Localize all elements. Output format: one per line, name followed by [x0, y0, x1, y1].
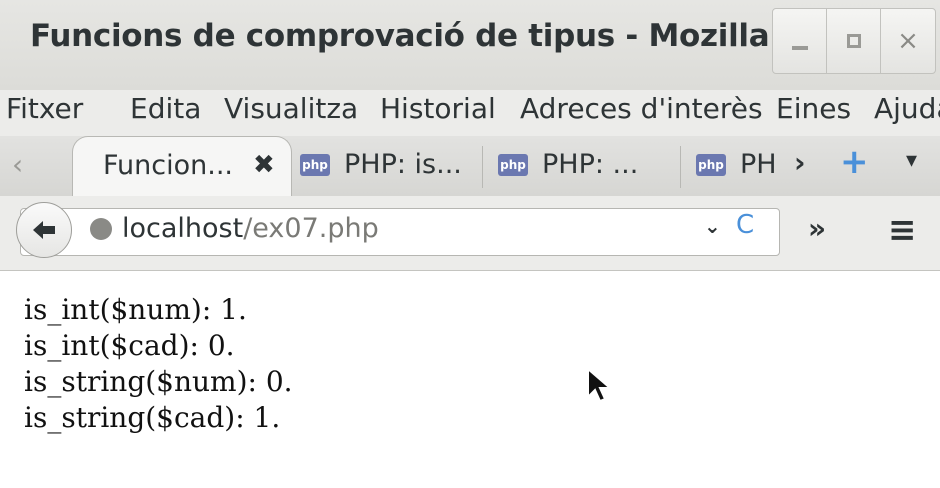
output-line: is_int($num): 1. [24, 293, 247, 326]
overflow-icon[interactable]: » [808, 212, 826, 245]
hamburger-menu-icon[interactable]: ≡ [888, 210, 917, 250]
tab-php-3[interactable]: php PH [696, 142, 786, 190]
tab-close-icon[interactable]: ✖ [253, 150, 275, 180]
menu-visualitza[interactable]: Visualitza [224, 92, 358, 125]
tab-scroll-right-icon[interactable]: › [794, 146, 806, 179]
tab-strip: ‹ Funcion... ✖ php PHP: is... php PHP: .… [0, 136, 940, 197]
maximize-icon [847, 34, 861, 48]
url-path: /ex07.php [243, 213, 379, 244]
close-icon: × [897, 26, 919, 56]
menu-eines[interactable]: Eines [776, 92, 851, 125]
mouse-pointer-icon [587, 367, 613, 403]
php-icon: php [696, 154, 726, 176]
menu-bar: Fitxer Edita Visualitza Historial Adrece… [0, 90, 940, 136]
tab-scroll-left-icon[interactable]: ‹ [12, 148, 23, 181]
menu-fitxer[interactable]: Fitxer [6, 92, 83, 125]
tab-label: PHP: is... [344, 149, 462, 180]
tab-php-2[interactable]: php PHP: ... [498, 142, 674, 190]
url-text[interactable]: localhost/ex07.php [122, 213, 379, 244]
minimize-icon [792, 46, 808, 50]
reload-icon[interactable]: C [736, 210, 754, 240]
tab-php-1[interactable]: php PHP: is... [300, 142, 476, 190]
globe-icon [90, 218, 112, 240]
navigation-bar: localhost/ex07.php ⌄ C » ≡ [0, 196, 940, 271]
close-button[interactable]: × [880, 8, 936, 74]
browser-window: Funcions de comprovació de tipus - Mozil… [0, 0, 940, 488]
tab-active[interactable]: Funcion... ✖ [72, 136, 292, 197]
tab-label: PHP: ... [542, 149, 639, 180]
output-line: is_string($cad): 1. [24, 401, 281, 434]
php-icon: php [498, 154, 528, 176]
php-icon: php [300, 154, 330, 176]
menu-ajuda[interactable]: Ajuda [874, 92, 940, 125]
title-bar: Funcions de comprovació de tipus - Mozil… [0, 0, 940, 91]
maximize-button[interactable] [826, 8, 882, 74]
window-title: Funcions de comprovació de tipus - Mozil… [30, 18, 881, 54]
menu-adreces[interactable]: Adreces d'interès [520, 92, 763, 125]
url-dropdown-icon[interactable]: ⌄ [704, 214, 721, 238]
menu-edita[interactable]: Edita [130, 92, 201, 125]
page-content: is_int($num): 1. is_int($cad): 0. is_str… [0, 271, 940, 488]
tab-label: PH [740, 149, 777, 180]
tab-divider [680, 146, 681, 188]
all-tabs-icon[interactable]: ▾ [906, 148, 917, 173]
minimize-button[interactable] [772, 8, 828, 74]
output-line: is_string($num): 0. [24, 365, 293, 398]
back-arrow-svg [33, 221, 55, 239]
new-tab-icon[interactable]: + [840, 142, 869, 182]
url-host: localhost [122, 213, 244, 244]
tab-label: Funcion... [103, 150, 234, 181]
output-line: is_int($cad): 0. [24, 329, 235, 362]
menu-historial[interactable]: Historial [380, 92, 496, 125]
tab-divider [482, 146, 483, 188]
back-arrow-icon[interactable] [16, 202, 72, 258]
